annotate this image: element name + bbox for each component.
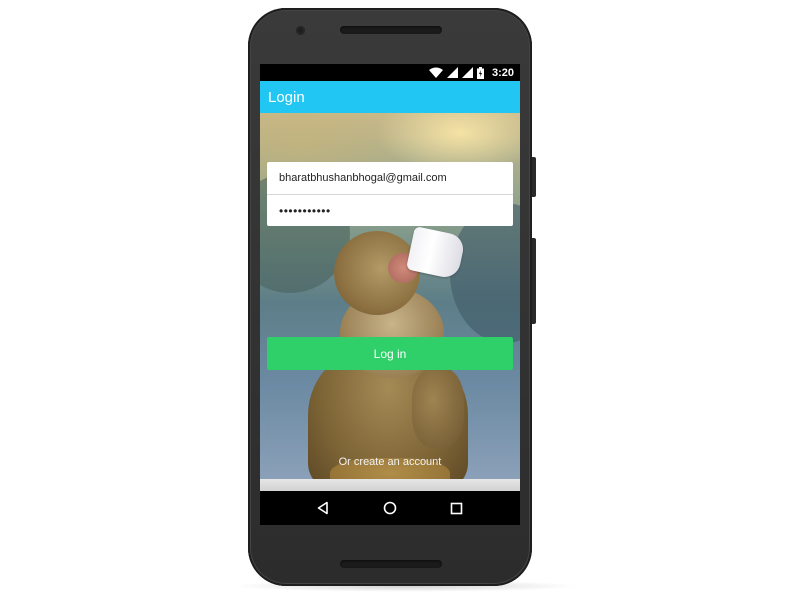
back-icon[interactable] xyxy=(311,496,335,520)
create-account-link[interactable]: Or create an account xyxy=(260,456,520,468)
status-bar: 3:20 xyxy=(260,64,520,81)
login-button-label: Log in xyxy=(373,346,407,361)
status-time: 3:20 xyxy=(491,66,514,79)
photo-ground xyxy=(260,479,520,491)
login-form: bharatbhushanbhogal@gmail.com ••••••••••… xyxy=(267,162,513,226)
login-content: bharatbhushanbhogal@gmail.com ••••••••••… xyxy=(260,113,520,491)
cell-signal-icon xyxy=(461,67,473,78)
wifi-icon xyxy=(428,67,443,78)
home-icon[interactable] xyxy=(378,496,402,520)
front-camera xyxy=(296,26,305,35)
cell-signal-icon xyxy=(446,67,458,78)
recents-icon[interactable] xyxy=(445,496,469,520)
stage: 3:20 Login bharatbhushanbhogal@gmail.com… xyxy=(0,0,800,600)
monkey-photo-arm xyxy=(412,368,464,448)
password-value: ••••••••••• xyxy=(279,203,331,218)
battery-charging-icon xyxy=(476,66,484,79)
phone-screen: 3:20 Login bharatbhushanbhogal@gmail.com… xyxy=(260,64,520,525)
app-bar: Login xyxy=(260,81,520,113)
password-field[interactable]: ••••••••••• xyxy=(267,194,513,226)
login-button[interactable]: Log in xyxy=(267,337,513,370)
email-field[interactable]: bharatbhushanbhogal@gmail.com xyxy=(267,162,513,194)
power-button[interactable] xyxy=(532,157,536,197)
navigation-bar xyxy=(260,491,520,525)
app-bar-title: Login xyxy=(268,88,305,106)
volume-rocker[interactable] xyxy=(532,238,536,324)
top-speaker xyxy=(340,26,442,34)
create-account-label: Or create an account xyxy=(338,456,442,468)
email-value: bharatbhushanbhogal@gmail.com xyxy=(279,172,447,184)
bottom-speaker xyxy=(340,560,442,568)
